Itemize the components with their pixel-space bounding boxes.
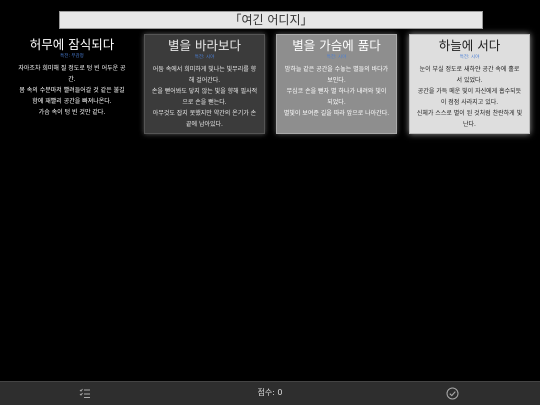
card-line: 무심코 손을 뻗자 별 하나가 내려와 빛이 되었다. [286,88,387,106]
choice-card-2[interactable]: 별을 바라보다 특전: 시야 어둠 속에서 희미하게 빛나는 빛무리를 향해 걸… [144,34,265,134]
choice-card-3[interactable]: 별을 가슴에 품다 특전: 시야 밤하늘 같은 공간을 수놓는 별들의 바다가 … [276,34,397,134]
card-line: 자아조차 희미해 질 정도로 텅 빈 어두운 공간. [18,65,126,83]
card-line: 공간을 가득 메운 빛이 자신에게 흡수되듯이 점점 사라지고 있다. [417,88,522,106]
card-line: 가슴 속이 텅 빈 것만 같다. [38,109,106,116]
card-subtitle: 특전: 시야 [194,55,215,60]
card-body: 어둠 속에서 희미하게 빛나는 빛무리를 향해 걸어간다. 손을 뻗어봐도 닿지… [145,64,264,130]
card-line: 손을 뻗어봐도 닿지 않는 빛을 향해 필사적으로 손을 뻗는다. [151,88,258,106]
card-line: 별빛이 보여준 길을 따라 앞으로 나아간다. [283,110,390,117]
card-subtitle: 특전: 시야 [459,55,480,60]
choice-card-1[interactable]: 허무에 잠식되다 특전: 무감정 자아조차 희미해 질 정도로 텅 빈 어두운 … [11,34,133,134]
page-title: 「여긴 어디지」 [59,11,483,29]
card-body: 눈이 부실 정도로 새하얀 공간 속에 홀로 서 있었다. 공간을 가득 메운 … [410,64,529,130]
card-body: 밤하늘 같은 공간을 수놓는 별들의 바다가 보인다. 무심코 손을 뻗자 별 … [277,64,396,119]
bottom-bar: 점수: 0 [0,381,540,405]
score-label: 점수: 0 [257,388,283,397]
card-line: 신체가 스스로 별이 된 것처럼 찬란하게 빛난다. [416,110,523,128]
card-title: 별을 바라보다 [168,38,241,53]
card-line: 밤하늘 같은 공간을 수놓는 별들의 바다가 보인다. [284,66,389,84]
choice-cards: 허무에 잠식되다 특전: 무감정 자아조차 희미해 질 정도로 텅 빈 어두운 … [0,34,540,144]
card-title: 하늘에 서다 [438,38,501,53]
card-title: 별을 가슴에 품다 [292,38,381,53]
card-line: 몸 속의 수분마저 빨려들어갈 것 같은 불길함에 재빨리 공간을 빠져나온다. [19,87,125,105]
card-body: 자아조차 희미해 질 정도로 텅 빈 어두운 공간. 몸 속의 수분마저 빨려들… [11,63,133,118]
card-subtitle: 특전: 시야 [326,55,347,60]
check-circle-icon[interactable] [446,387,459,400]
card-subtitle: 특전: 무감정 [60,54,84,59]
card-line: 어둠 속에서 희미하게 빛나는 빛무리를 향해 걸어간다. [152,66,257,84]
card-title: 허무에 잠식되다 [29,37,115,52]
choice-card-4[interactable]: 하늘에 서다 특전: 시야 눈이 부실 정도로 새하얀 공간 속에 홀로 서 있… [409,34,530,134]
card-line: 아무것도 잡지 못했지만 약간의 온기가 손끝에 남아있다. [152,110,257,128]
card-line: 눈이 부실 정도로 새하얀 공간 속에 홀로 서 있었다. [419,66,520,84]
